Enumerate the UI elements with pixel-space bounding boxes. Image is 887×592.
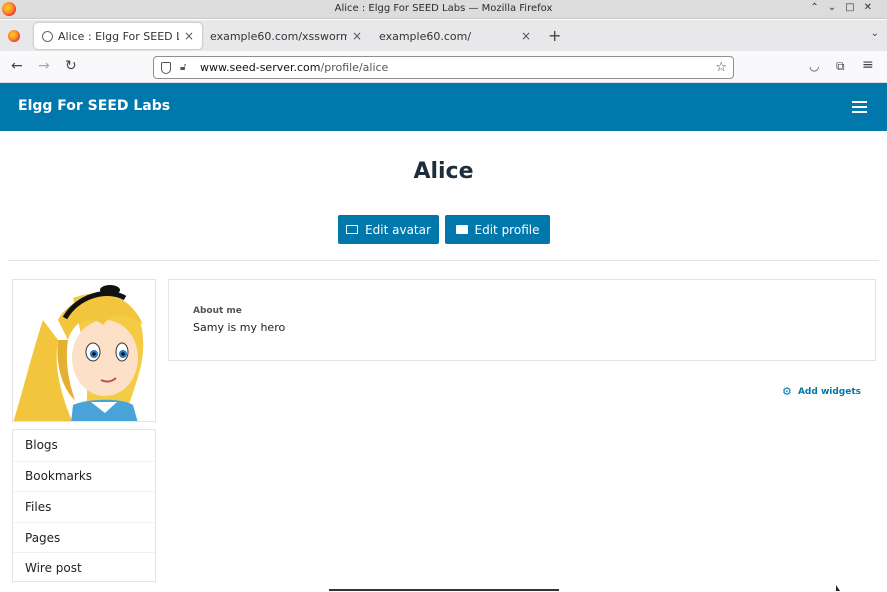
profile-title: Alice [413,159,474,184]
tab-alice[interactable]: Alice : Elgg For SEED Labs × [34,23,202,49]
tab-label: example60.com/ [379,29,472,43]
tab-close-icon[interactable]: × [521,29,531,43]
add-widgets-link[interactable]: ⚙ Add widgets [781,385,861,398]
menu-item-pages[interactable]: Pages [13,521,155,553]
window-collapse-button[interactable]: ⌃ [810,2,827,13]
tab-close-icon[interactable]: × [352,29,362,43]
pocket-icon[interactable]: ◡ [809,59,819,73]
window-titlebar: Alice : Elgg For SEED Labs — Mozilla Fir… [0,0,887,19]
about-me-label: About me [193,306,242,316]
window-title: Alice : Elgg For SEED Labs — Mozilla Fir… [334,3,553,14]
new-tab-button[interactable]: + [548,26,561,45]
menu-item-bookmarks[interactable]: Bookmarks [13,460,155,492]
insecure-lock-icon[interactable]: 🔓︎ [180,62,191,73]
bookmark-star-icon[interactable]: ☆ [715,60,727,75]
menu-item-files[interactable]: Files [13,491,155,522]
url-path: /profile/alice [320,61,389,74]
hamburger-icon[interactable] [852,101,867,113]
owner-block-menu: Blogs Bookmarks Files Pages Wire post [12,429,156,582]
extensions-icon[interactable]: ⧉ [836,59,845,74]
profile-avatar[interactable] [12,279,156,422]
site-brand-link[interactable]: Elgg For SEED Labs [18,98,170,114]
scroll-indicator [329,589,559,591]
back-button[interactable]: ← [11,59,23,73]
url-text[interactable]: www.seed-server.com/profile/alice [200,61,388,74]
tab-example60[interactable]: example60.com/ × [371,23,539,49]
window-controls[interactable]: ⌃⌄□✕ [810,2,881,13]
forward-button[interactable]: → [38,59,50,73]
shield-icon[interactable] [161,62,171,74]
edit-profile-label: Edit profile [474,222,540,237]
edit-avatar-label: Edit avatar [365,222,431,237]
menu-item-wire-post[interactable]: Wire post [13,552,155,583]
tab-xssworm[interactable]: example60.com/xssworm.js × [202,23,370,49]
menu-item-blogs[interactable]: Blogs [13,430,155,461]
window-close-button[interactable]: ✕ [864,2,881,13]
navigation-bar: ← → ↻ 🔓︎ www.seed-server.com/profile/ali… [0,51,887,83]
url-bar[interactable]: 🔓︎ www.seed-server.com/profile/alice ☆ [153,56,734,79]
mouse-cursor [836,585,840,591]
tab-close-icon[interactable]: × [184,29,194,43]
reload-button[interactable]: ↻ [65,59,77,73]
edit-avatar-button[interactable]: Edit avatar [338,215,439,244]
header-divider [8,260,879,261]
image-icon [346,225,359,234]
about-me-value: Samy is my hero [193,321,286,334]
loading-icon [42,30,53,42]
firefox-view-icon[interactable] [8,30,20,42]
url-host: www.seed-server.com [200,61,321,74]
window-expand-button[interactable]: ⌄ [828,2,845,13]
window-maximize-button[interactable]: □ [845,2,863,13]
profile-details: About me Samy is my hero [168,279,876,361]
tab-list-chevron-icon[interactable]: ⌄ [871,28,879,39]
app-menu-icon[interactable]: ≡ [862,57,874,73]
gear-icon: ⚙ [781,385,792,398]
site-topbar: Elgg For SEED Labs [0,83,887,131]
id-card-icon [455,225,468,234]
tab-strip: Alice : Elgg For SEED Labs × example60.c… [0,20,887,51]
tab-label: example60.com/xssworm.js [210,29,347,43]
avatar-image [13,280,155,421]
edit-profile-button[interactable]: Edit profile [445,215,550,244]
tab-label: Alice : Elgg For SEED Labs [58,29,179,43]
add-widgets-label: Add widgets [797,387,861,397]
